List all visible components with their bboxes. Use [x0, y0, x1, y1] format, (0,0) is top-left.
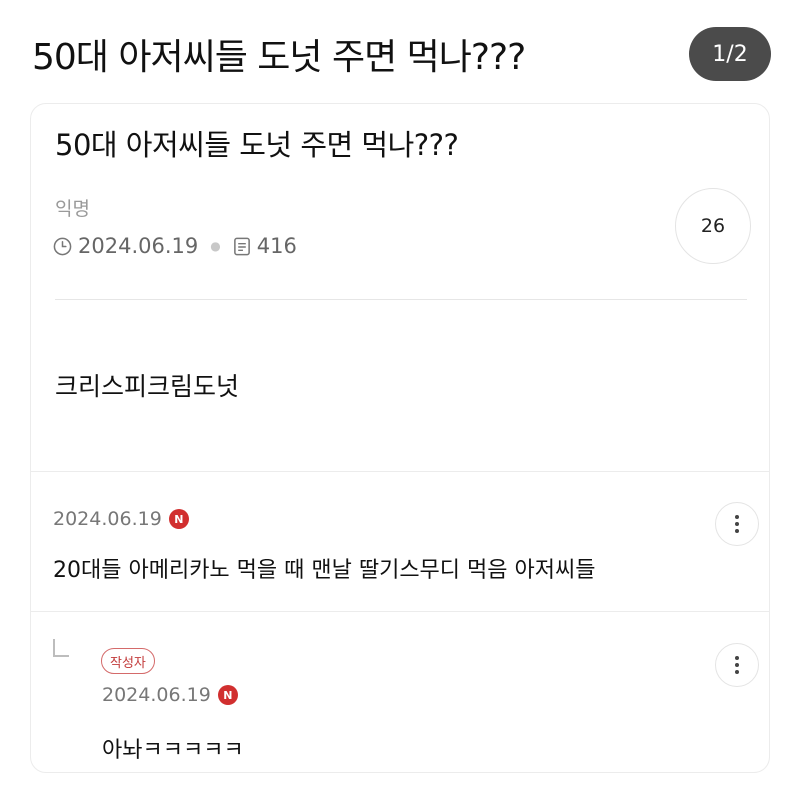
post-views: 416 — [256, 234, 297, 258]
comment-date: 2024.06.19 — [53, 508, 162, 530]
post-author: 익명 — [55, 198, 90, 220]
page-indicator: 1/2 — [689, 27, 771, 81]
post-title: 50대 아저씨들 도넛 주면 먹나??? — [55, 128, 459, 162]
reply-arrow-icon — [53, 639, 69, 657]
more-vertical-icon[interactable] — [715, 502, 759, 546]
new-badge: N — [168, 509, 189, 529]
document-icon — [233, 237, 251, 256]
reply-date: 2024.06.19 — [102, 684, 211, 706]
comment-count-button[interactable]: 26 — [675, 188, 751, 264]
reply-date-row: 2024.06.19 N — [102, 684, 238, 706]
post-meta: 2024.06.19 ● 416 — [53, 234, 297, 258]
meta-separator: ● — [210, 239, 221, 253]
comment-date-row: 2024.06.19 N — [53, 508, 189, 530]
divider — [31, 611, 769, 612]
divider — [31, 471, 769, 472]
post-card: 50대 아저씨들 도넛 주면 먹나??? 익명 2024.06.19 ● 416… — [30, 103, 770, 773]
divider — [55, 299, 747, 300]
clock-icon — [53, 237, 72, 256]
post-date: 2024.06.19 — [78, 234, 199, 258]
new-badge: N — [217, 685, 238, 705]
comment-text: 20대들 아메리카노 먹을 때 맨날 딸기스무디 먹음 아저씨들 — [53, 558, 596, 583]
author-badge: 작성자 — [101, 648, 155, 674]
page-title: 50대 아저씨들 도넛 주면 먹나??? — [32, 37, 526, 78]
post-body: 크리스피크림도넛 — [55, 372, 240, 401]
reply-text: 아놔ㅋㅋㅋㅋㅋ — [102, 738, 244, 763]
more-vertical-icon[interactable] — [715, 643, 759, 687]
